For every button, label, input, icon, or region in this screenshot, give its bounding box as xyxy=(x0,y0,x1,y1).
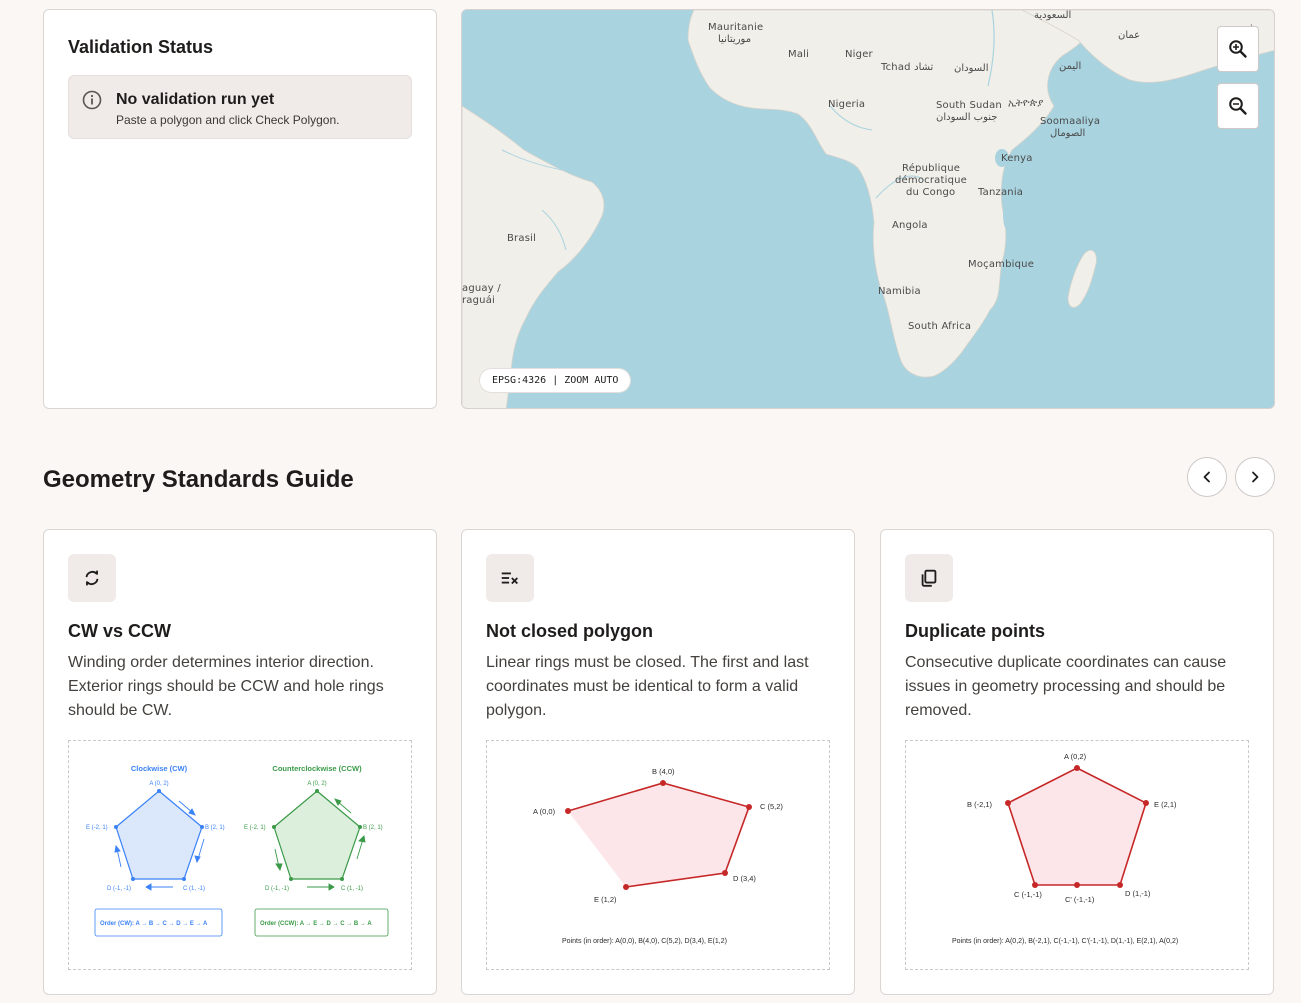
cw-title: Clockwise (CW) xyxy=(131,764,188,773)
map-label-nigeria: Nigeria xyxy=(828,99,866,110)
map-label-paraguay-1: aguay / xyxy=(462,283,501,294)
point-d: D (1,-1) xyxy=(1125,889,1151,898)
zoom-out-icon xyxy=(1229,97,1247,115)
list-x-icon xyxy=(501,572,518,585)
chevron-left-icon xyxy=(1203,471,1210,483)
not-closed-diagram: A (0,0) B (4,0) C (5,2) D (3,4) E (1,2) … xyxy=(486,740,830,970)
card-icon-box xyxy=(68,554,116,602)
zoom-out-button[interactable] xyxy=(1217,83,1259,129)
cw-ccw-diagram: Clockwise (CW) A (0, 2) B (2, 1) C (1, -… xyxy=(68,740,412,970)
map-label-tchad: Tchad تشاد xyxy=(881,62,934,73)
map-label-rdc-3: du Congo xyxy=(906,187,956,198)
duplicate-points-diagram: A (0,2) E (2,1) D (1,-1) C' (-1,-1) C (-… xyxy=(905,740,1249,970)
card-description: Linear rings must be closed. The first a… xyxy=(486,654,809,719)
ccw-polygon xyxy=(273,790,361,880)
map-label-kenya: Kenya xyxy=(1001,153,1033,164)
card-description: Consecutive duplicate coordinates can ca… xyxy=(905,654,1227,719)
map-label-mali: Mali xyxy=(788,49,810,60)
validation-status-panel: Validation Status No validation run yet … xyxy=(43,9,437,409)
zoom-in-button[interactable] xyxy=(1217,26,1259,72)
pentagon-polygon xyxy=(1007,767,1147,886)
point-e: E (2,1) xyxy=(1154,800,1177,809)
points-caption: Points (in order): A(0,0), B(4,0), C(5,2… xyxy=(562,938,727,945)
cw-polygon xyxy=(115,790,203,880)
ccw-point-b: B (2, 1) xyxy=(363,825,383,831)
cw-point-d: D (-1, -1) xyxy=(107,886,131,892)
zoom-in-icon xyxy=(1229,40,1247,58)
cw-point-e: E (-2, 1) xyxy=(86,825,108,831)
point-c: C (-1,-1) xyxy=(1014,890,1042,899)
map-label-ethiopia: ኢትዮጵያ xyxy=(1008,98,1044,109)
map-label-south-sudan: South Sudan xyxy=(936,100,1002,111)
cw-point-c: C (1, -1) xyxy=(183,886,205,892)
guide-card-duplicate: Duplicate points Consecutive duplicate c… xyxy=(880,529,1274,995)
previous-button[interactable] xyxy=(1187,457,1227,497)
card-icon-box xyxy=(486,554,534,602)
map-label-rdc-1: République xyxy=(902,163,961,174)
map-label-paraguay-2: raguái xyxy=(462,295,496,306)
map-label-angola: Angola xyxy=(892,220,928,231)
guide-title: Geometry Standards Guide xyxy=(43,466,354,493)
validation-status-title: Validation Status xyxy=(68,37,214,57)
map-view[interactable]: السعودية عمان ia Mauritanie موريتانيا Ma… xyxy=(461,9,1275,409)
point-c: C (5,2) xyxy=(760,802,783,811)
card-description: Winding order determines interior direct… xyxy=(68,654,384,719)
card-title: CW vs CCW xyxy=(68,621,171,641)
ccw-point-c: C (1, -1) xyxy=(341,886,363,892)
cw-order: Order (CW): A → B → C → D → E → A xyxy=(100,921,208,927)
card-title: Duplicate points xyxy=(905,621,1046,641)
info-icon xyxy=(82,90,102,110)
basemap xyxy=(462,10,1274,408)
point-d: D (3,4) xyxy=(733,874,756,883)
map-label-somalia-ar: الصومال xyxy=(1050,128,1086,139)
cw-point-a: A (0, 2) xyxy=(149,781,168,787)
ccw-point-e: E (-2, 1) xyxy=(244,825,266,831)
point-b: B (4,0) xyxy=(652,767,675,776)
map-label-niger: Niger xyxy=(845,49,873,60)
notice-title: No validation run yet xyxy=(116,91,275,108)
ccw-title: Counterclockwise (CCW) xyxy=(272,764,362,773)
map-label-saudi: السعودية xyxy=(1034,10,1072,21)
ccw-point-a: A (0, 2) xyxy=(307,781,326,787)
cw-point-b: B (2, 1) xyxy=(205,825,225,831)
sync-arrows-icon xyxy=(85,570,99,586)
map-label-mauritanie: Mauritanie xyxy=(708,22,764,33)
map-label-oman: عمان xyxy=(1118,30,1141,41)
copy-icon xyxy=(921,569,937,587)
crs-zoom-indicator: EPSG:4326 | ZOOM AUTO xyxy=(480,369,631,392)
map-label-brasil: Brasil xyxy=(507,233,537,244)
card-title: Not closed polygon xyxy=(486,621,654,641)
map-label-south-africa: South Africa xyxy=(908,321,972,332)
guide-card-not-closed: Not closed polygon Linear rings must be … xyxy=(461,529,855,995)
ccw-order: Order (CCW): A → E → D → C → B → A xyxy=(260,921,372,927)
map-label-mozambique: Moçambique xyxy=(968,259,1035,270)
point-c-prime: C' (-1,-1) xyxy=(1065,895,1095,904)
point-a: A (0,2) xyxy=(1064,752,1087,761)
map-label-yemen: اليمن xyxy=(1059,61,1082,72)
map-label-rdc-2: démocratique xyxy=(895,175,968,186)
point-b: B (-2,1) xyxy=(967,800,993,809)
map-label-tanzania: Tanzania xyxy=(978,187,1024,198)
ccw-point-d: D (-1, -1) xyxy=(265,886,289,892)
map-label-namibia: Namibia xyxy=(878,286,921,297)
validation-notice: No validation run yet Paste a polygon an… xyxy=(68,75,412,139)
point-a: A (0,0) xyxy=(533,807,556,816)
map-label-south-sudan-ar: جنوب السودان xyxy=(936,112,998,123)
guide-card-cw-ccw: CW vs CCW Winding order determines inter… xyxy=(43,529,437,995)
map-label-somalia: Soomaaliya xyxy=(1040,116,1101,127)
notice-text: Paste a polygon and click Check Polygon. xyxy=(116,113,340,127)
points-caption: Points (in order): A(0,2), B(-2,1), C(-1… xyxy=(952,938,1178,945)
map-label-mauritanie-ar: موريتانيا xyxy=(718,34,752,45)
map-label-sudan: السودان xyxy=(954,63,989,74)
next-button[interactable] xyxy=(1235,457,1275,497)
chevron-right-icon xyxy=(1252,471,1259,483)
point-e: E (1,2) xyxy=(594,895,617,904)
card-icon-box xyxy=(905,554,953,602)
